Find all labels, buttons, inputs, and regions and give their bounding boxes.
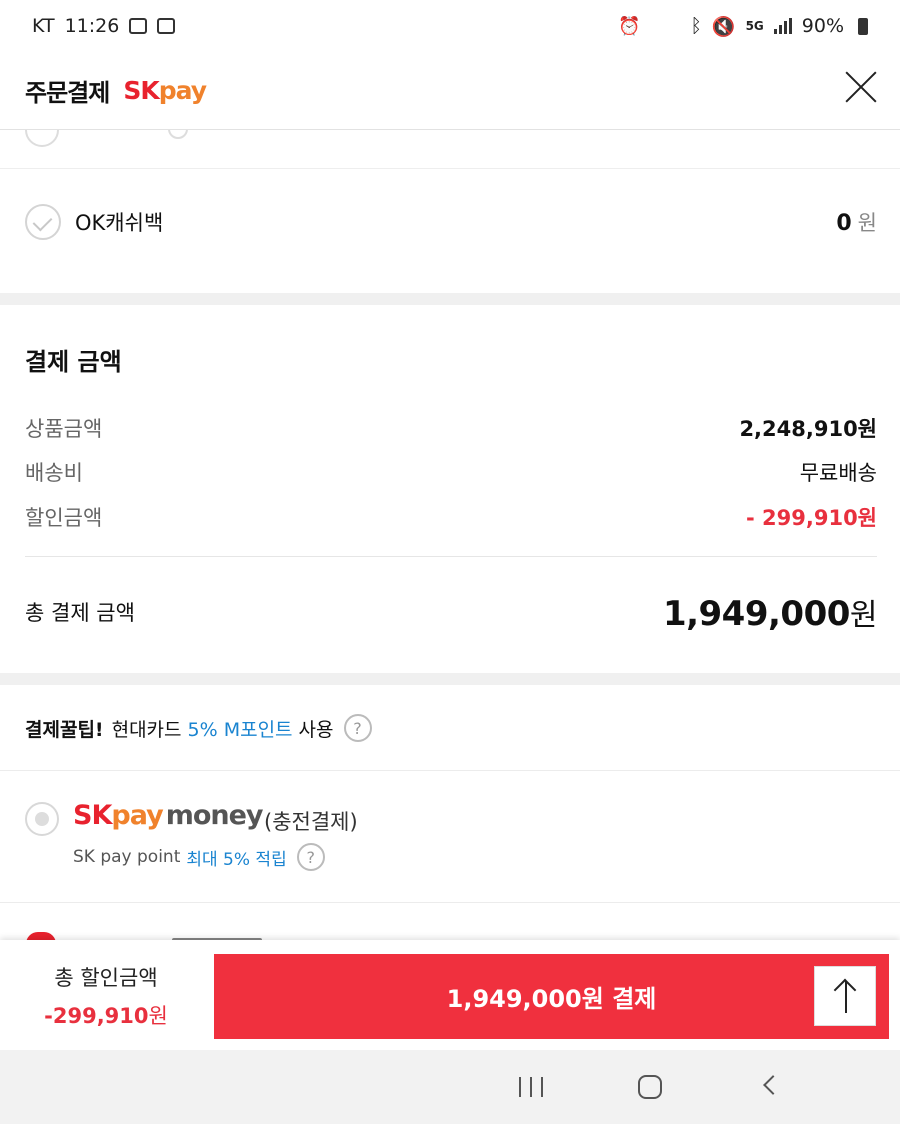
ok-cashbag-row: OK캐쉬백 0원 (25, 196, 877, 248)
tip-text-suffix: 사용 (298, 718, 334, 741)
previous-row (0, 113, 900, 169)
page-header: 주문결제 SKpay (0, 52, 900, 130)
ok-cashbag-label: OK캐쉬백 (75, 211, 164, 235)
scroll-top-button[interactable] (814, 966, 876, 1026)
ok-cashbag-value: 0원 (836, 211, 877, 236)
bluetooth-icon: ᛒ (690, 15, 702, 37)
gallery-notification-icon (129, 18, 148, 34)
home-icon[interactable] (638, 1075, 662, 1099)
point-help-icon[interactable]: ? (296, 843, 325, 871)
signal-icon (773, 18, 792, 34)
product-amount-row: 상품금액 2,248,910원 (25, 413, 877, 443)
shipping-fee-value: 무료배송 (799, 461, 877, 485)
mute-icon: 🔇 (711, 15, 736, 38)
carrier: KT (32, 15, 55, 37)
close-button[interactable] (844, 70, 878, 104)
divider (0, 902, 900, 903)
ok-cashbag-checkbox[interactable] (25, 204, 61, 240)
total-payment-row: 총 결제 금액 1,949,000원 (25, 590, 878, 634)
alarm-icon: ⏰ (618, 15, 641, 37)
shipping-fee-row: 배송비 무료배송 (25, 457, 877, 487)
sk-pay-money-logo: SKpay money (73, 800, 264, 831)
battery-icon (858, 17, 868, 35)
clock: 11:26 (64, 15, 120, 37)
status-bar: KT 11:26 ⏰ ᛒ 🔇 5G 90% (0, 0, 900, 52)
divider (25, 556, 877, 557)
sk-pay-money-radio[interactable] (25, 802, 59, 836)
chart-notification-icon (157, 18, 176, 34)
sk-pay-logo: SKpay (123, 76, 207, 105)
point-label: SK pay point (73, 847, 181, 867)
divider (0, 770, 900, 771)
discount-amount-value: - 299,910원 (746, 506, 877, 530)
tip-text: 현대카드 (111, 718, 182, 741)
payment-tip: 결제꿀팁! 현대카드 5% M포인트 사용 ? (25, 714, 372, 742)
product-amount-label: 상품금액 (25, 417, 103, 441)
pay-button[interactable]: 1,949,000원 결제 (214, 954, 889, 1039)
tip-highlight: 5% M포인트 (187, 718, 293, 741)
recent-apps-icon[interactable] (519, 1077, 543, 1097)
section-divider (0, 673, 900, 685)
network-type: 5G (745, 19, 764, 33)
tip-label: 결제꿀팁! (25, 718, 104, 741)
battery-level: 90% (801, 15, 844, 37)
product-amount-value: 2,248,910원 (739, 417, 877, 441)
payment-amount-title: 결제 금액 (25, 348, 122, 376)
discount-amount-label: 할인금액 (25, 506, 103, 530)
point-highlight: 최대 5% 적립 (186, 849, 287, 870)
page-title: 주문결제 (25, 79, 110, 107)
total-payment-label: 총 결제 금액 (25, 601, 135, 625)
section-divider (0, 293, 900, 305)
charge-payment-label: (충전결제) (264, 810, 358, 834)
total-discount-label: 총 할인금액 (54, 966, 158, 990)
tip-help-icon[interactable]: ? (343, 714, 372, 742)
sk-pay-point-info: SK pay point 최대 5% 적립 ? (73, 843, 325, 871)
shipping-fee-label: 배송비 (25, 461, 83, 485)
total-payment-value: 1,949,000원 (662, 594, 878, 634)
total-discount-value: -299,910원 (44, 1004, 168, 1028)
discount-amount-row: 할인금액 - 299,910원 (25, 502, 877, 532)
